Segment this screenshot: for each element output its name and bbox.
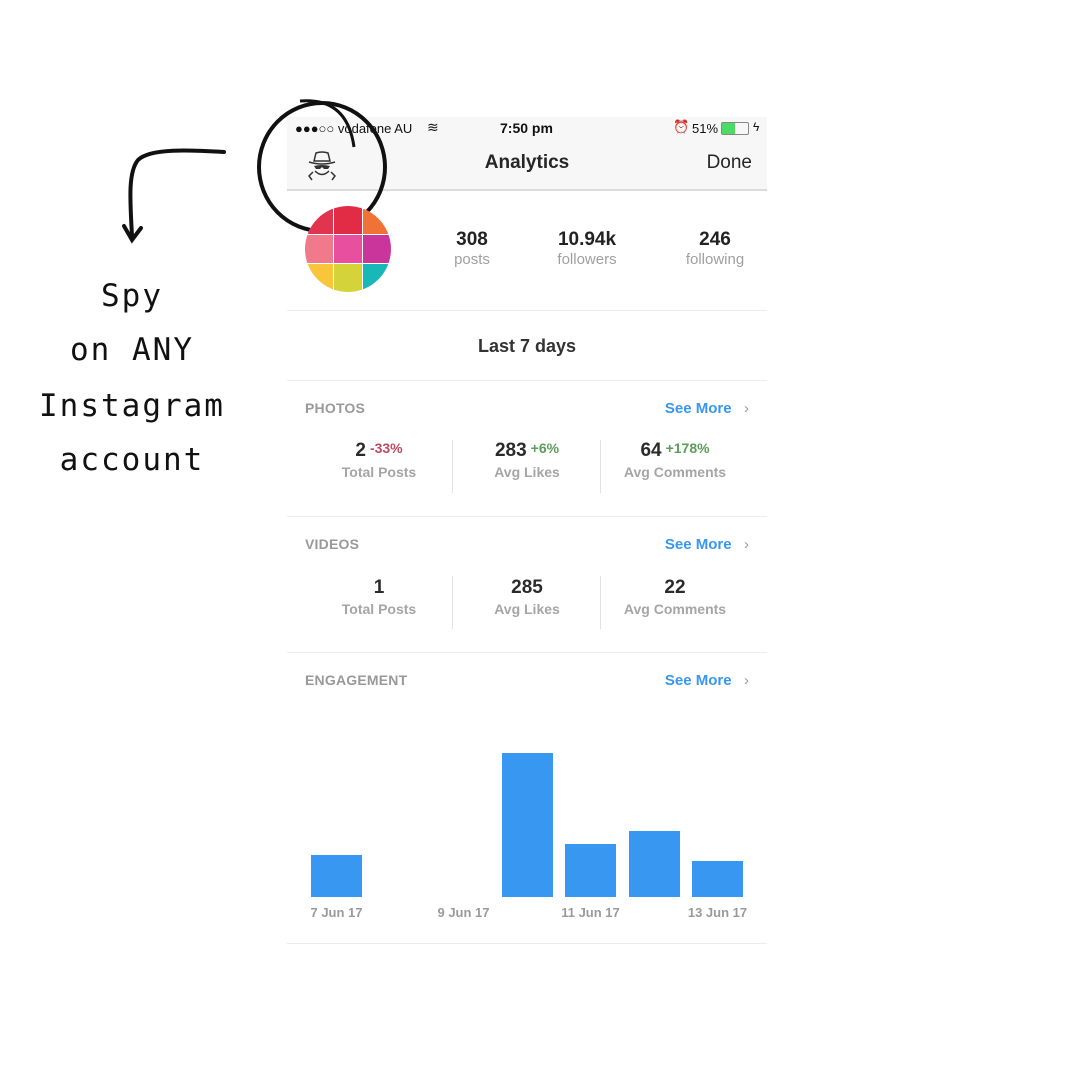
avatar[interactable]	[305, 206, 391, 292]
videos-title: VIDEOS	[305, 536, 360, 552]
followers-count: 10.94k	[557, 229, 617, 250]
posts-count: 308	[456, 229, 488, 250]
chevron-right-icon: ›	[744, 536, 749, 553]
value: 22	[664, 577, 686, 598]
avatar-tile	[305, 264, 333, 292]
divider	[287, 652, 767, 653]
videos-see-more-button[interactable]: See More ›	[665, 536, 749, 554]
avatar-tile	[334, 206, 362, 234]
videos-total-posts: 1 Total Posts	[305, 577, 453, 617]
divider	[287, 380, 767, 381]
label: Total Posts	[341, 464, 417, 480]
label: Avg Likes	[494, 464, 560, 480]
hand-drawn-arrow	[128, 148, 226, 238]
annotation-line-4: account	[59, 442, 205, 478]
annotation-line-3: Instagram	[39, 388, 225, 424]
see-more-label: See More	[664, 400, 732, 417]
photos-avg-comments: 64 +178% Avg Comments	[601, 440, 749, 480]
label: Avg Likes	[494, 601, 560, 617]
delta: -33%	[369, 440, 403, 456]
x-tick-label: 7 Jun 17	[310, 905, 363, 920]
following-label: following	[685, 251, 745, 268]
avatar-tile	[334, 264, 362, 292]
followers-label: followers	[557, 251, 617, 268]
clock: 7:50 pm	[500, 120, 553, 136]
wifi-icon: ≋	[427, 119, 439, 135]
value: 285	[511, 577, 543, 598]
battery-percent: 51%	[692, 121, 719, 136]
charging-icon: ϟ	[753, 120, 760, 134]
photos-total-posts: 2 -33% Total Posts	[305, 440, 453, 480]
see-more-label: See More	[664, 536, 732, 553]
done-button[interactable]: Done	[707, 152, 752, 174]
photos-title: PHOTOS	[305, 400, 366, 416]
engagement-see-more-button[interactable]: See More ›	[665, 672, 749, 690]
period-label: Last 7 days	[477, 336, 577, 356]
value: 64	[640, 440, 662, 461]
bar-13-Jun-17[interactable]	[692, 861, 743, 897]
posts-label: posts	[454, 251, 490, 268]
engagement-title: ENGAGEMENT	[305, 672, 408, 688]
bar-7-Jun-17[interactable]	[311, 855, 362, 897]
chevron-right-icon: ›	[744, 400, 749, 417]
videos-avg-comments: 22 Avg Comments	[601, 577, 749, 617]
photos-avg-likes: 283 +6% Avg Likes	[453, 440, 601, 480]
value: 2	[355, 440, 366, 461]
avatar-tile	[363, 235, 391, 263]
x-tick-label: 11 Jun 17	[561, 905, 620, 920]
x-tick-label: 13 Jun 17	[687, 905, 748, 920]
avatar-tile	[363, 264, 391, 292]
annotation-line-2: on ANY	[70, 332, 194, 368]
stat-followers[interactable]: 10.94k followers	[542, 229, 632, 268]
photos-see-more-button[interactable]: See More ›	[665, 400, 749, 418]
chevron-right-icon: ›	[744, 672, 749, 689]
stat-following[interactable]: 246 following	[670, 229, 760, 268]
analytics-screen: ●●●○○ vodafone AU ≋ 7:50 pm ⏰ 51% ϟ Anal…	[257, 99, 767, 947]
bar-10-Jun-17[interactable]	[501, 753, 553, 897]
value: 283	[494, 440, 527, 461]
videos-avg-likes: 285 Avg Likes	[453, 577, 601, 617]
bar-12-Jun-17[interactable]	[628, 830, 680, 897]
annotation-line-1: Spy	[101, 278, 163, 314]
value: 1	[373, 577, 385, 598]
following-count: 246	[699, 229, 731, 250]
x-tick-label: 9 Jun 17	[437, 905, 490, 920]
delta: +178%	[665, 440, 710, 456]
battery-icon	[721, 122, 749, 135]
divider	[287, 516, 767, 517]
label: Total Posts	[341, 601, 417, 617]
see-more-label: See More	[664, 672, 732, 689]
avatar-tile	[305, 235, 333, 263]
bar-11-Jun-17[interactable]	[565, 843, 616, 897]
divider	[287, 310, 767, 311]
avatar-tile	[334, 235, 362, 263]
engagement-chart: 7 Jun 17 9 Jun 17 11 Jun 17 13 Jun 17	[287, 717, 767, 927]
delta: +6%	[530, 440, 560, 456]
alarm-icon: ⏰	[673, 119, 690, 134]
divider	[287, 943, 767, 944]
label: Avg Comments	[623, 601, 727, 617]
label: Avg Comments	[623, 464, 727, 480]
stat-posts[interactable]: 308 posts	[432, 229, 512, 268]
